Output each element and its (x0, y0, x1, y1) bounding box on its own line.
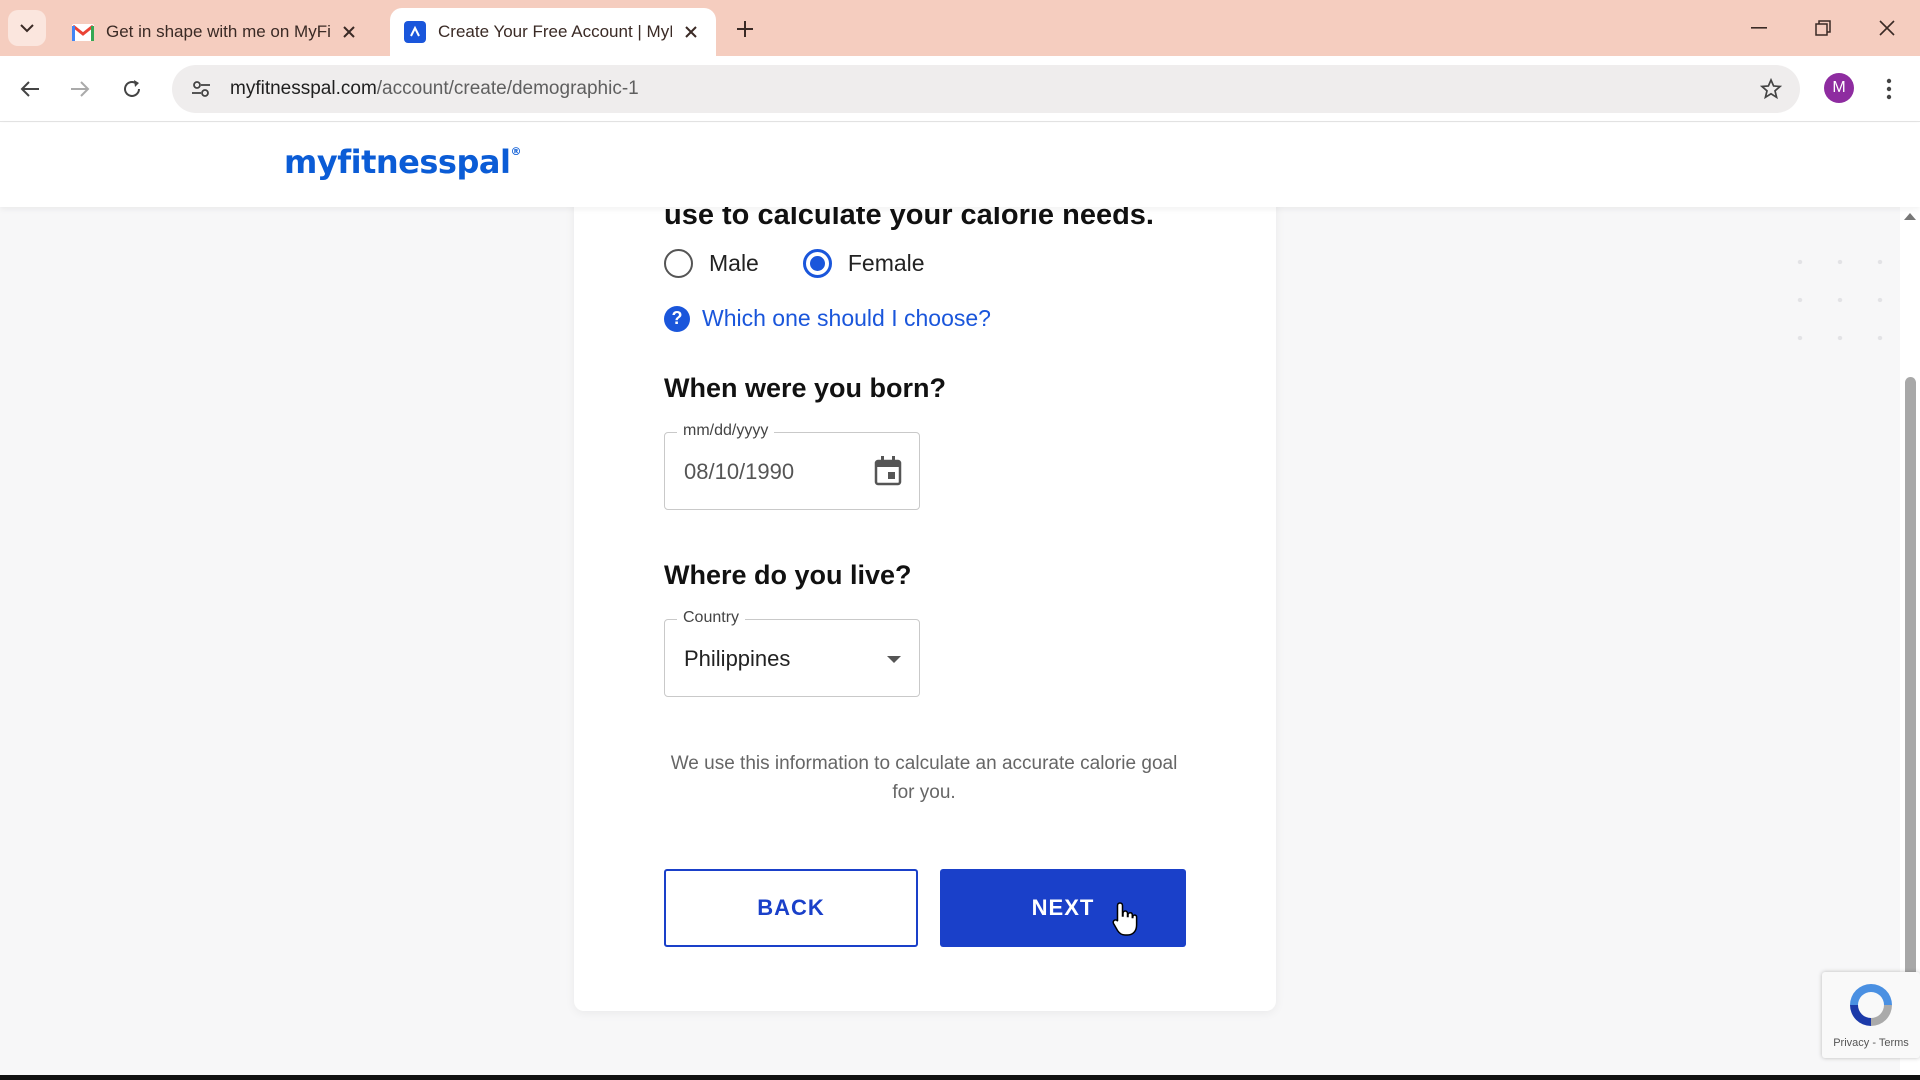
birthdate-field[interactable]: mm/dd/yyyy 08/10/1990 (664, 422, 920, 510)
close-icon (1879, 20, 1895, 36)
scroll-thumb[interactable] (1905, 377, 1916, 977)
address-bar[interactable]: myfitnesspal.com/account/create/demograp… (172, 65, 1800, 113)
country-legend: Country (677, 609, 746, 627)
radio-selected-dot (809, 256, 825, 271)
page-scrollbar[interactable] (1900, 207, 1920, 1075)
minimize-button[interactable] (1736, 10, 1782, 46)
recaptcha-privacy-terms[interactable]: Privacy - Terms (1822, 1037, 1920, 1049)
recaptcha-badge[interactable]: Privacy - Terms (1822, 972, 1920, 1058)
sex-question-heading: use to calculate your calorie needs. (664, 207, 1154, 231)
country-select[interactable]: Country Philippines (664, 609, 920, 697)
arrow-left-icon (20, 81, 39, 97)
myfitnesspal-logo[interactable]: myfitnesspal® (284, 143, 521, 181)
url-text: myfitnesspal.com/account/create/demograp… (230, 78, 639, 99)
which-one-help-link[interactable]: ? Which one should I choose? (664, 305, 991, 332)
decorative-dots (1780, 243, 1890, 343)
site-settings-icon[interactable] (186, 74, 216, 104)
close-icon[interactable] (680, 21, 702, 43)
birth-question-title: When were you born? (664, 373, 947, 403)
close-window-button[interactable] (1864, 10, 1910, 46)
birthdate-value[interactable]: 08/10/1990 (684, 459, 794, 485)
arrow-right-icon (71, 81, 90, 97)
restore-icon (1815, 20, 1831, 36)
gmail-icon (72, 21, 94, 43)
tab-strip: Get in shape with me on MyFit Create You… (0, 0, 1920, 56)
female-radio[interactable] (802, 249, 832, 278)
tab-create-account[interactable]: Create Your Free Account | MyF (390, 8, 716, 56)
site-header: myfitnesspal® (0, 123, 1920, 207)
back-nav-button[interactable] (12, 71, 48, 107)
male-radio[interactable] (664, 249, 693, 278)
minimize-icon (1751, 27, 1767, 29)
browser-toolbar: myfitnesspal.com/account/create/demograp… (0, 56, 1920, 122)
reload-button[interactable] (114, 71, 150, 107)
browser-menu-button[interactable] (1874, 71, 1904, 107)
close-icon[interactable] (338, 21, 360, 43)
profile-avatar[interactable]: M (1824, 73, 1854, 103)
question-icon: ? (664, 305, 690, 332)
back-button[interactable]: BACK (664, 869, 918, 947)
calendar-icon[interactable] (873, 455, 903, 487)
bottom-edge-bar (0, 1075, 1920, 1080)
recaptcha-logo-icon (1850, 984, 1892, 1026)
tab-search-button[interactable] (8, 10, 46, 46)
help-link-text[interactable]: Which one should I choose? (702, 305, 991, 332)
tab-title: Create Your Free Account | MyF (438, 22, 672, 41)
reload-icon (124, 80, 140, 97)
chevron-down-icon (20, 24, 34, 33)
male-label[interactable]: Male (709, 250, 759, 277)
tab-gmail[interactable]: Get in shape with me on MyFit (58, 8, 374, 56)
birthdate-legend: mm/dd/yyyy (677, 422, 775, 440)
female-label[interactable]: Female (848, 250, 925, 277)
country-question-title: Where do you live? (664, 560, 912, 590)
signup-form-card: use to calculate your calorie needs. Mal… (574, 207, 1276, 1011)
forward-nav-button[interactable] (62, 71, 98, 107)
plus-icon (737, 21, 753, 37)
myfitnesspal-icon (404, 21, 426, 43)
calorie-info-text: We use this information to calculate an … (670, 753, 1178, 803)
kebab-menu-icon (1886, 78, 1892, 100)
restore-button[interactable] (1800, 10, 1846, 46)
sex-radio-group: Male Female (664, 249, 969, 278)
pointer-cursor-icon (1112, 902, 1138, 936)
new-tab-button[interactable] (730, 14, 760, 44)
bookmark-star-icon[interactable] (1756, 74, 1786, 104)
scroll-up-arrow-icon[interactable] (1904, 213, 1916, 220)
dropdown-caret-icon (887, 656, 901, 663)
next-button[interactable]: NEXT (940, 869, 1186, 947)
country-value[interactable]: Philippines (684, 646, 790, 672)
tab-title: Get in shape with me on MyFit (106, 22, 330, 41)
page-body: use to calculate your calorie needs. Mal… (0, 207, 1920, 1075)
